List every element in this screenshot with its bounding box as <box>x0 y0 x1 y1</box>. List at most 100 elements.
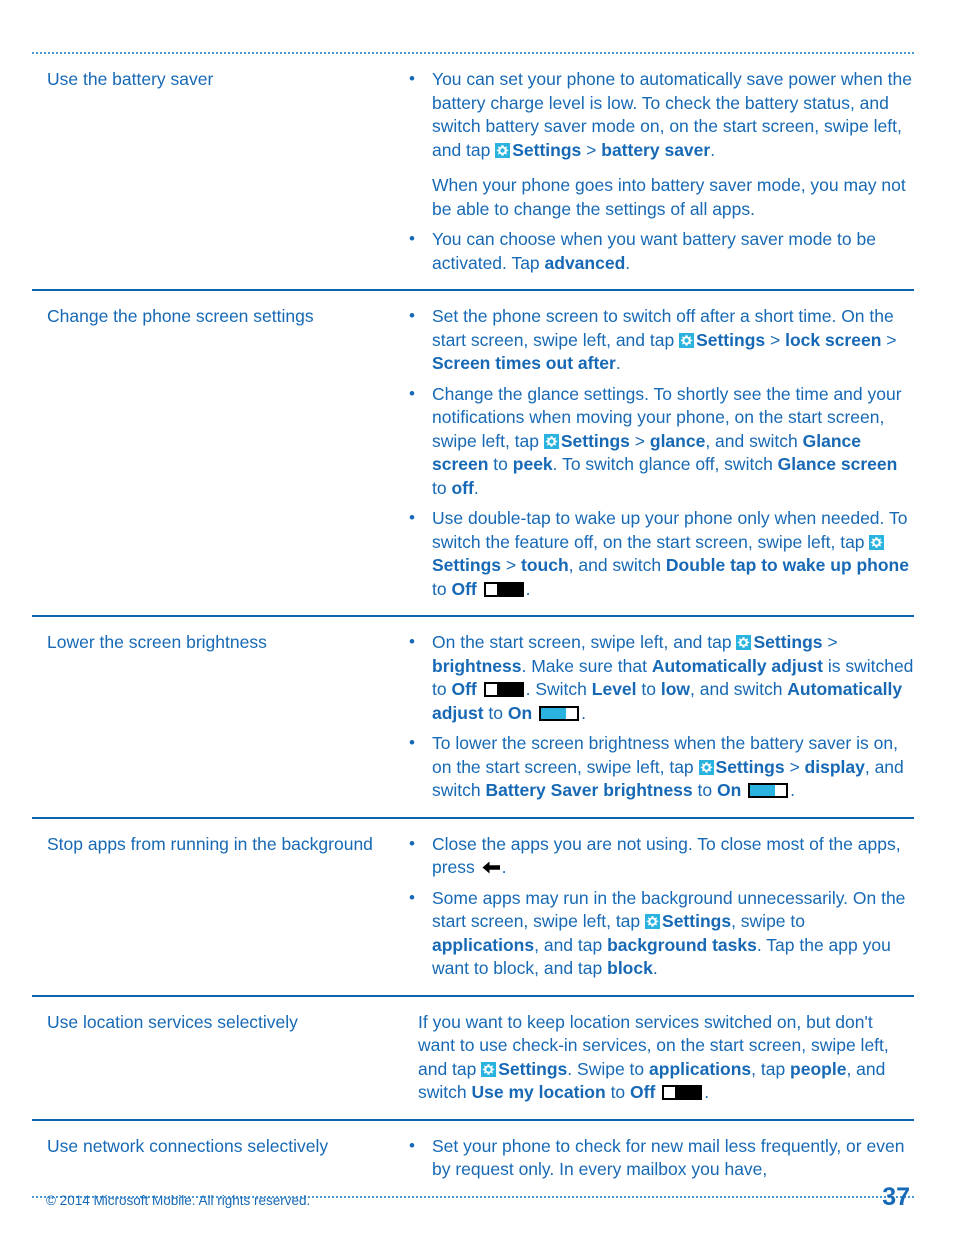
body-text: > <box>501 555 521 575</box>
toggle-on-icon <box>748 783 789 798</box>
settings-gear-icon <box>495 142 511 158</box>
emphasis-text: people <box>790 1058 847 1079</box>
emphasis-text: Battery Saver brightness <box>485 780 693 800</box>
row-term: Lower the screen brightness <box>47 632 267 652</box>
body-text: . <box>704 1082 710 1102</box>
settings-gear-icon <box>698 759 714 775</box>
row-term: Use location services selectively <box>47 1011 298 1032</box>
body-text: to <box>605 1082 631 1102</box>
emphasis-text: touch <box>521 555 569 575</box>
settings-gear-icon <box>679 332 695 348</box>
body-text: > <box>581 139 602 160</box>
emphasis-text: Use my location <box>471 1082 606 1102</box>
body-text: to <box>488 454 513 474</box>
emphasis-text: Automatically adjust <box>651 655 823 676</box>
sub-paragraph: When your phone goes into battery saver … <box>432 175 906 219</box>
list-item: You can set your phone to automatically … <box>400 67 914 221</box>
settings-gear-icon <box>736 635 752 650</box>
body-text: . Switch <box>525 679 592 699</box>
emphasis-text: Settings <box>560 430 630 451</box>
emphasis-text: applications <box>649 1058 752 1079</box>
toggle-off-icon <box>483 682 524 697</box>
body-text: , and tap <box>534 934 608 955</box>
list-item: To lower the screen brightness when the … <box>400 731 914 803</box>
toggle-off-icon <box>483 581 524 597</box>
emphasis-text: low <box>660 679 691 699</box>
body-text: Set your phone to check for new mail les… <box>432 1135 905 1180</box>
settings-gear-icon <box>481 1061 497 1077</box>
body-text: , and switch <box>568 555 666 575</box>
settings-gear-icon <box>645 914 661 929</box>
table-row: Lower the screen brightness On the start … <box>32 617 914 817</box>
emphasis-text: Off <box>451 679 477 699</box>
body-text: . <box>525 578 531 599</box>
emphasis-text: lock screen <box>785 329 882 350</box>
body-text: . <box>625 252 631 273</box>
emphasis-text: Double tap to wake up phone <box>665 555 909 575</box>
body-text: . Swipe to <box>567 1058 650 1079</box>
body-text: , and switch <box>705 430 803 451</box>
emphasis-text: Settings <box>715 756 785 777</box>
list-item: Close the apps you are not using. To clo… <box>400 832 914 880</box>
toggle-on-icon <box>539 705 580 721</box>
page-content: Use the battery saver You can set your ph… <box>32 52 914 1198</box>
bullet-list: You can set your phone to automatically … <box>400 67 914 275</box>
body-text <box>532 703 537 723</box>
manual-page: Use the battery saver You can set your ph… <box>0 0 954 1257</box>
body-text: . <box>501 857 507 877</box>
table-row: Use the battery saver You can set your ph… <box>32 54 914 289</box>
body-text: > <box>784 756 805 777</box>
row-definition: Set the phone screen to switch off after… <box>400 291 914 615</box>
bullet-list: Close the apps you are not using. To clo… <box>400 832 914 981</box>
emphasis-text: Off <box>630 1082 656 1102</box>
emphasis-text: Settings <box>432 555 502 575</box>
body-text: . <box>615 353 621 373</box>
bullet-list: Set the phone screen to switch off after… <box>400 304 914 601</box>
row-definition: If you want to keep location services sw… <box>400 997 914 1119</box>
page-footer: © 2014 Microsoft Mobile. All rights rese… <box>32 1183 914 1212</box>
emphasis-text: Off <box>451 578 477 599</box>
body-text: . <box>473 477 479 498</box>
body-text: > <box>881 329 897 350</box>
row-definition: Close the apps you are not using. To clo… <box>400 819 914 995</box>
list-item: Set the phone screen to switch off after… <box>400 304 914 376</box>
body-text: You can choose when you want battery sav… <box>432 229 876 273</box>
body-text: to <box>432 477 452 498</box>
body-text: > <box>629 430 650 451</box>
emphasis-text: applications <box>432 934 535 955</box>
row-term: Change the phone screen settings <box>47 306 314 326</box>
list-item: You can choose when you want battery sav… <box>400 227 914 275</box>
emphasis-text: Settings <box>512 139 582 160</box>
emphasis-text: display <box>804 756 865 777</box>
list-item: Use double-tap to wake up your phone onl… <box>400 506 914 601</box>
back-arrow-icon <box>481 858 501 874</box>
emphasis-text: On <box>507 702 533 723</box>
emphasis-text: glance <box>649 430 706 451</box>
list-item: On the start screen, swipe left, and tap… <box>400 630 914 725</box>
body-text: , and switch <box>690 679 788 699</box>
body-text: to <box>636 679 661 699</box>
emphasis-text: On <box>716 780 742 800</box>
emphasis-text: background tasks <box>607 934 757 955</box>
row-term: Use the battery saver <box>47 69 214 89</box>
settings-gear-icon <box>869 534 885 550</box>
body-text: > <box>822 632 838 652</box>
body-text <box>477 579 482 599</box>
body-text: , swipe to <box>731 911 805 931</box>
row-term: Use network connections selectively <box>47 1135 329 1156</box>
body-text: . <box>581 702 586 723</box>
emphasis-text: peek <box>512 454 553 474</box>
list-item: Some apps may run in the background unne… <box>400 886 914 981</box>
body-text: . Make sure that <box>521 655 652 676</box>
page-number: 37 <box>882 1183 910 1211</box>
row-term: Stop apps from running in the background <box>47 833 373 854</box>
body-text: On the start screen, swipe left, and tap <box>432 632 737 652</box>
body-text: to <box>483 702 508 723</box>
emphasis-text: Glance screen <box>777 454 898 474</box>
emphasis-text: Settings <box>498 1058 568 1079</box>
body-text <box>655 1082 660 1102</box>
body-text <box>477 679 482 699</box>
emphasis-text: Level <box>591 679 637 699</box>
settings-gear-icon <box>543 433 559 449</box>
emphasis-text: Screen times out after <box>432 353 616 373</box>
